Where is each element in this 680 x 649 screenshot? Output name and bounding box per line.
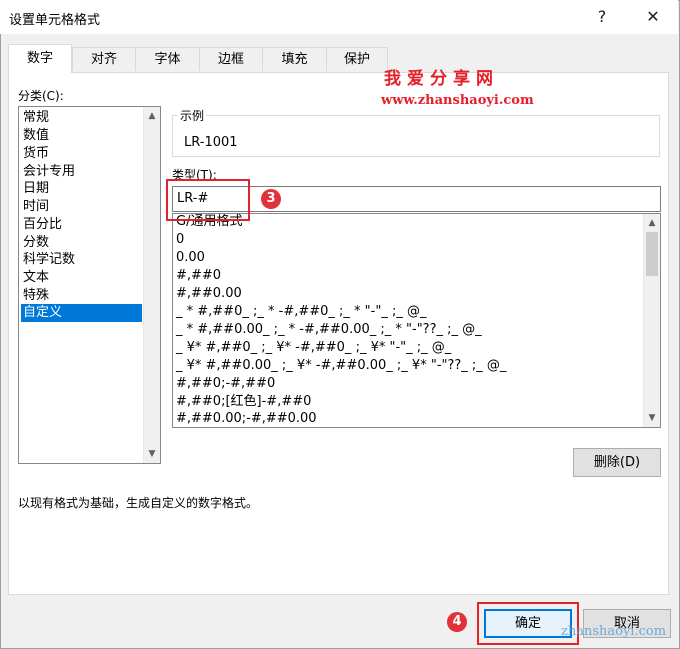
tab-number[interactable]: 数字 xyxy=(8,44,72,73)
scroll-down-icon[interactable]: ▼ xyxy=(644,410,660,426)
format-list-scrollbar[interactable]: ▲ ▼ xyxy=(643,214,660,427)
category-item-scientific[interactable]: 科学记数 xyxy=(21,251,142,269)
annotation-step-badge: 4 xyxy=(447,612,467,632)
sample-legend: 示例 xyxy=(178,107,207,124)
category-item-currency[interactable]: 货币 xyxy=(21,145,142,163)
format-item[interactable]: _ * #,##0_ ;_ * -#,##0_ ;_ * "-"_ ;_ @_ xyxy=(176,303,426,321)
scroll-down-icon[interactable]: ▼ xyxy=(144,446,160,462)
format-item[interactable]: _ * #,##0.00_ ;_ * -#,##0.00_ ;_ * "-"??… xyxy=(176,321,482,339)
format-item[interactable]: #,##0 xyxy=(176,267,221,285)
category-item-custom[interactable]: 自定义 xyxy=(21,304,142,322)
format-item[interactable]: 0.00 xyxy=(176,249,205,267)
category-item-fraction[interactable]: 分数 xyxy=(21,234,142,252)
delete-button[interactable]: 删除(D) xyxy=(573,448,661,477)
tab-fill[interactable]: 填充 xyxy=(262,47,327,71)
format-item[interactable]: 0 xyxy=(176,231,184,249)
format-code-list[interactable]: G/通用格式 0 0.00 #,##0 #,##0.00 _ * #,##0_ … xyxy=(172,213,661,428)
sample-value: LR-1001 xyxy=(184,135,238,150)
tab-border[interactable]: 边框 xyxy=(199,47,263,71)
format-item[interactable]: _ ¥* #,##0_ ;_ ¥* -#,##0_ ;_ ¥* "-"_ ;_ … xyxy=(176,339,451,357)
annotation-step-badge: 3 xyxy=(261,189,281,209)
format-item[interactable]: _ ¥* #,##0.00_ ;_ ¥* -#,##0.00_ ;_ ¥* "-… xyxy=(176,357,506,375)
description-text: 以现有格式为基础，生成自定义的数字格式。 xyxy=(18,496,259,510)
annotation-highlight-type xyxy=(166,179,250,221)
format-item[interactable]: #,##0.00;-#,##0.00 xyxy=(176,410,317,427)
category-listbox[interactable]: 常规 数值 货币 会计专用 日期 时间 百分比 分数 科学记数 文本 特殊 自定… xyxy=(18,106,161,464)
category-item-general[interactable]: 常规 xyxy=(21,109,142,127)
category-label: 分类(C): xyxy=(18,89,64,103)
category-item-time[interactable]: 时间 xyxy=(21,198,142,216)
watermark-bottom: zhanshaoyi.com xyxy=(561,624,667,639)
category-item-accounting[interactable]: 会计专用 xyxy=(21,163,142,181)
scroll-up-icon[interactable]: ▲ xyxy=(144,108,160,124)
category-item-date[interactable]: 日期 xyxy=(21,180,142,198)
category-scrollbar[interactable]: ▲ ▼ xyxy=(143,107,160,463)
watermark-url: www.zhanshaoyi.com xyxy=(381,93,534,108)
category-item-special[interactable]: 特殊 xyxy=(21,287,142,305)
tab-font[interactable]: 字体 xyxy=(135,47,200,71)
category-item-text[interactable]: 文本 xyxy=(21,269,142,287)
category-item-number[interactable]: 数值 xyxy=(21,127,142,145)
scroll-thumb[interactable] xyxy=(646,232,658,276)
watermark-title: 我爱分享网 xyxy=(384,69,499,89)
format-item[interactable]: #,##0;-#,##0 xyxy=(176,375,275,393)
scroll-up-icon[interactable]: ▲ xyxy=(644,215,660,231)
title-bar xyxy=(0,0,678,34)
sample-groupbox xyxy=(172,115,660,157)
category-item-percentage[interactable]: 百分比 xyxy=(21,216,142,234)
tab-protection[interactable]: 保护 xyxy=(326,47,388,71)
help-icon[interactable]: ? xyxy=(587,4,617,30)
dialog-title: 设置单元格格式 xyxy=(9,13,101,28)
format-item[interactable]: #,##0;[红色]-#,##0 xyxy=(176,393,311,411)
close-icon[interactable]: ✕ xyxy=(638,4,668,30)
tab-alignment[interactable]: 对齐 xyxy=(72,47,136,71)
format-item[interactable]: #,##0.00 xyxy=(176,285,242,303)
